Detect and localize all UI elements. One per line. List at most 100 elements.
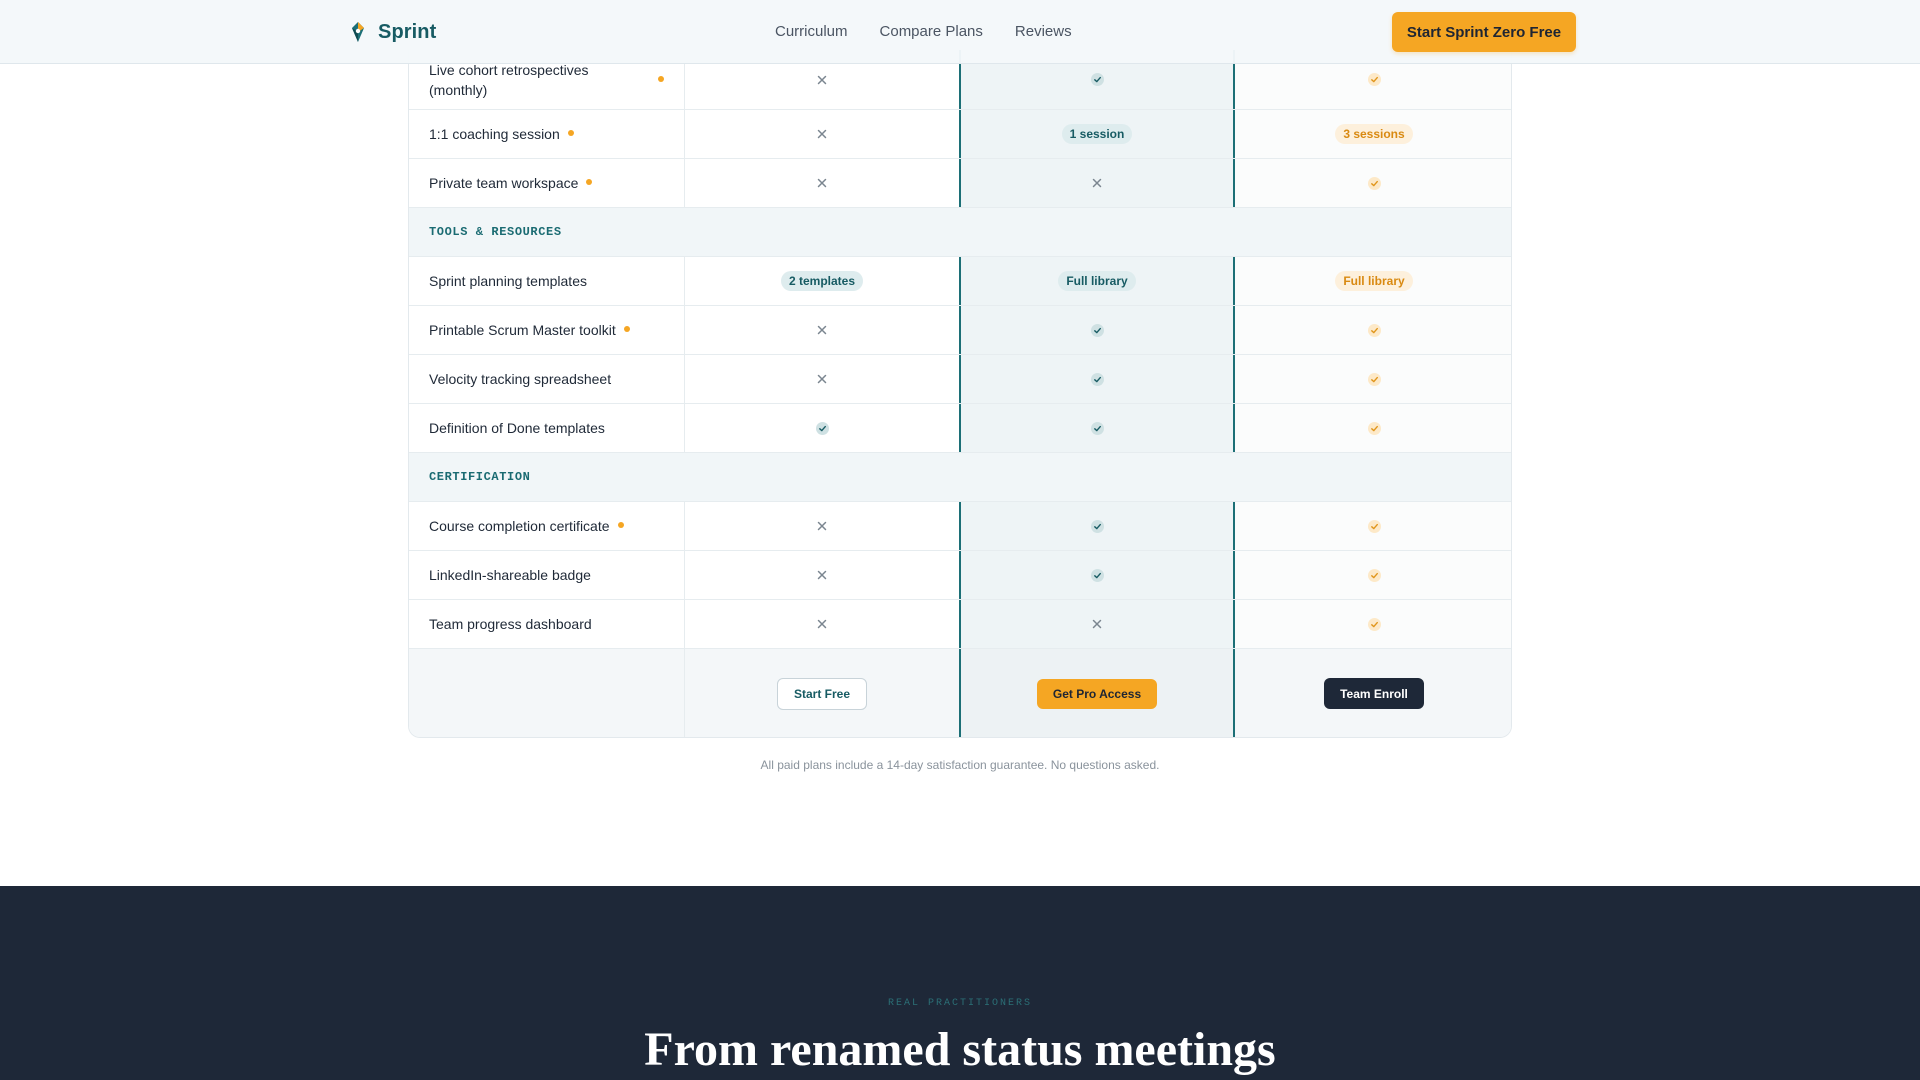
feature-row: 1:1 coaching session 1 session 3 sessions — [409, 110, 1511, 159]
checkmark-icon — [1090, 519, 1104, 533]
plan-buttons-row: Start Free Get Pro Access Team Enroll — [409, 649, 1511, 737]
free-plan-cell — [685, 551, 961, 599]
top-navigation-bar: Sprint Curriculum Compare Plans Reviews … — [0, 0, 1920, 64]
pro-plan-cell: Get Pro Access — [961, 649, 1235, 737]
pro-plan-cell — [961, 159, 1235, 207]
checkmark-icon — [1367, 519, 1381, 533]
free-plan-cell: 2 templates — [685, 257, 961, 305]
x-mark-icon — [817, 521, 827, 531]
feature-label: LinkedIn-shareable badge — [429, 567, 591, 583]
checkmark-icon — [1090, 421, 1104, 435]
pro-plan-cell — [961, 306, 1235, 354]
team-plan-cell — [1235, 551, 1511, 599]
start-free-cta-button[interactable]: Start Sprint Zero Free — [1392, 12, 1576, 52]
nav-link-reviews[interactable]: Reviews — [1015, 23, 1072, 40]
nav-link-compare-plans[interactable]: Compare Plans — [880, 23, 983, 40]
feature-cell: Course completion certificate — [409, 502, 685, 550]
team-plan-cell: 3 sessions — [1235, 110, 1511, 158]
feature-cell: Definition of Done templates — [409, 404, 685, 452]
plan-comparison-table: Live cohort retrospectives (monthly) 1:1 … — [408, 50, 1512, 738]
pro-plan-cell — [961, 502, 1235, 550]
free-plan-cell: Start Free — [685, 649, 961, 737]
feature-label: Team progress dashboard — [429, 616, 592, 632]
value-pill: 3 sessions — [1335, 124, 1413, 144]
feature-cell: LinkedIn-shareable badge — [409, 551, 685, 599]
team-plan-cell — [1235, 355, 1511, 403]
section-label: CERTIFICATION — [429, 470, 531, 484]
section-title: From renamed status meetings — [644, 1023, 1276, 1076]
feature-label: Course completion certificate — [429, 518, 610, 534]
team-plan-cell: Team Enroll — [1235, 649, 1511, 737]
checkmark-icon — [1367, 73, 1381, 86]
highlight-dot-icon — [623, 326, 630, 332]
x-mark-icon — [817, 325, 827, 335]
team-plan-cell — [1235, 404, 1511, 452]
team-plan-cell — [1235, 159, 1511, 207]
testimonials-section: REAL PRACTITIONERS From renamed status m… — [0, 886, 1920, 1080]
checkmark-icon — [815, 421, 829, 435]
checkmark-icon — [1090, 73, 1104, 86]
feature-row: Team progress dashboard — [409, 600, 1511, 649]
free-plan-cell — [685, 110, 961, 158]
pro-plan-cell — [961, 404, 1235, 452]
feature-label: Sprint planning templates — [429, 273, 587, 289]
value-pill: Full library — [1335, 271, 1413, 291]
feature-cell: Velocity tracking spreadsheet — [409, 355, 685, 403]
x-mark-icon — [817, 619, 827, 629]
feature-cell: Team progress dashboard — [409, 600, 685, 648]
checkmark-icon — [1367, 372, 1381, 386]
section-eyebrow: REAL PRACTITIONERS — [887, 998, 1033, 1009]
section-label: TOOLS & RESOURCES — [429, 225, 562, 239]
start-free-button[interactable]: Start Free — [777, 677, 867, 710]
pro-plan-cell: Full library — [961, 257, 1235, 305]
free-plan-cell — [685, 306, 961, 354]
main-nav: Curriculum Compare Plans Reviews — [775, 23, 1072, 40]
feature-row: Printable Scrum Master toolkit — [409, 306, 1511, 355]
brand-name: Sprint — [378, 20, 437, 43]
free-plan-cell — [685, 404, 961, 452]
x-mark-icon — [817, 570, 827, 580]
pro-plan-cell — [961, 600, 1235, 648]
team-plan-cell: Full library — [1235, 257, 1511, 305]
value-pill: 1 session — [1061, 124, 1133, 144]
feature-label: 1:1 coaching session — [429, 126, 560, 142]
feature-row: Course completion certificate — [409, 502, 1511, 551]
checkmark-icon — [1090, 323, 1104, 337]
pro-plan-cell — [961, 551, 1235, 599]
free-plan-cell — [685, 355, 961, 403]
x-mark-icon — [817, 178, 827, 188]
highlight-dot-icon — [617, 522, 624, 528]
feature-cell: 1:1 coaching session — [409, 110, 685, 158]
guarantee-note: All paid plans include a 14-day satisfac… — [760, 758, 1160, 772]
feature-cell: Private team workspace — [409, 159, 685, 207]
pro-plan-cell: 1 session — [961, 110, 1235, 158]
get-pro-access-button[interactable]: Get Pro Access — [1037, 678, 1157, 709]
team-enroll-button[interactable]: Team Enroll — [1324, 678, 1424, 709]
x-mark-icon — [817, 129, 827, 139]
highlight-dot-icon — [567, 130, 574, 136]
team-plan-cell — [1235, 600, 1511, 648]
x-mark-icon — [817, 75, 827, 84]
nav-link-curriculum[interactable]: Curriculum — [775, 23, 848, 40]
brand[interactable]: Sprint — [350, 20, 436, 44]
feature-row: Definition of Done templates — [409, 404, 1511, 453]
feature-cell: Sprint planning templates — [409, 257, 685, 305]
checkmark-icon — [1367, 176, 1381, 190]
x-mark-icon — [1092, 178, 1102, 188]
feature-label: Printable Scrum Master toolkit — [429, 322, 616, 338]
sprint-logo-icon — [352, 22, 364, 42]
team-plan-cell — [1235, 502, 1511, 550]
feature-row: Velocity tracking spreadsheet — [409, 355, 1511, 404]
x-mark-icon — [817, 374, 827, 384]
value-pill: 2 templates — [780, 271, 864, 291]
checkmark-icon — [1367, 421, 1381, 435]
section-header-row: CERTIFICATION — [409, 453, 1511, 502]
feature-label: Private team workspace — [429, 175, 579, 191]
highlight-dot-icon — [586, 179, 593, 185]
free-plan-cell — [685, 159, 961, 207]
feature-label: Definition of Done templates — [429, 420, 605, 436]
checkmark-icon — [1090, 568, 1104, 582]
feature-label: Velocity tracking spreadsheet — [429, 371, 612, 387]
empty-cell — [409, 649, 685, 737]
free-plan-cell — [685, 600, 961, 648]
